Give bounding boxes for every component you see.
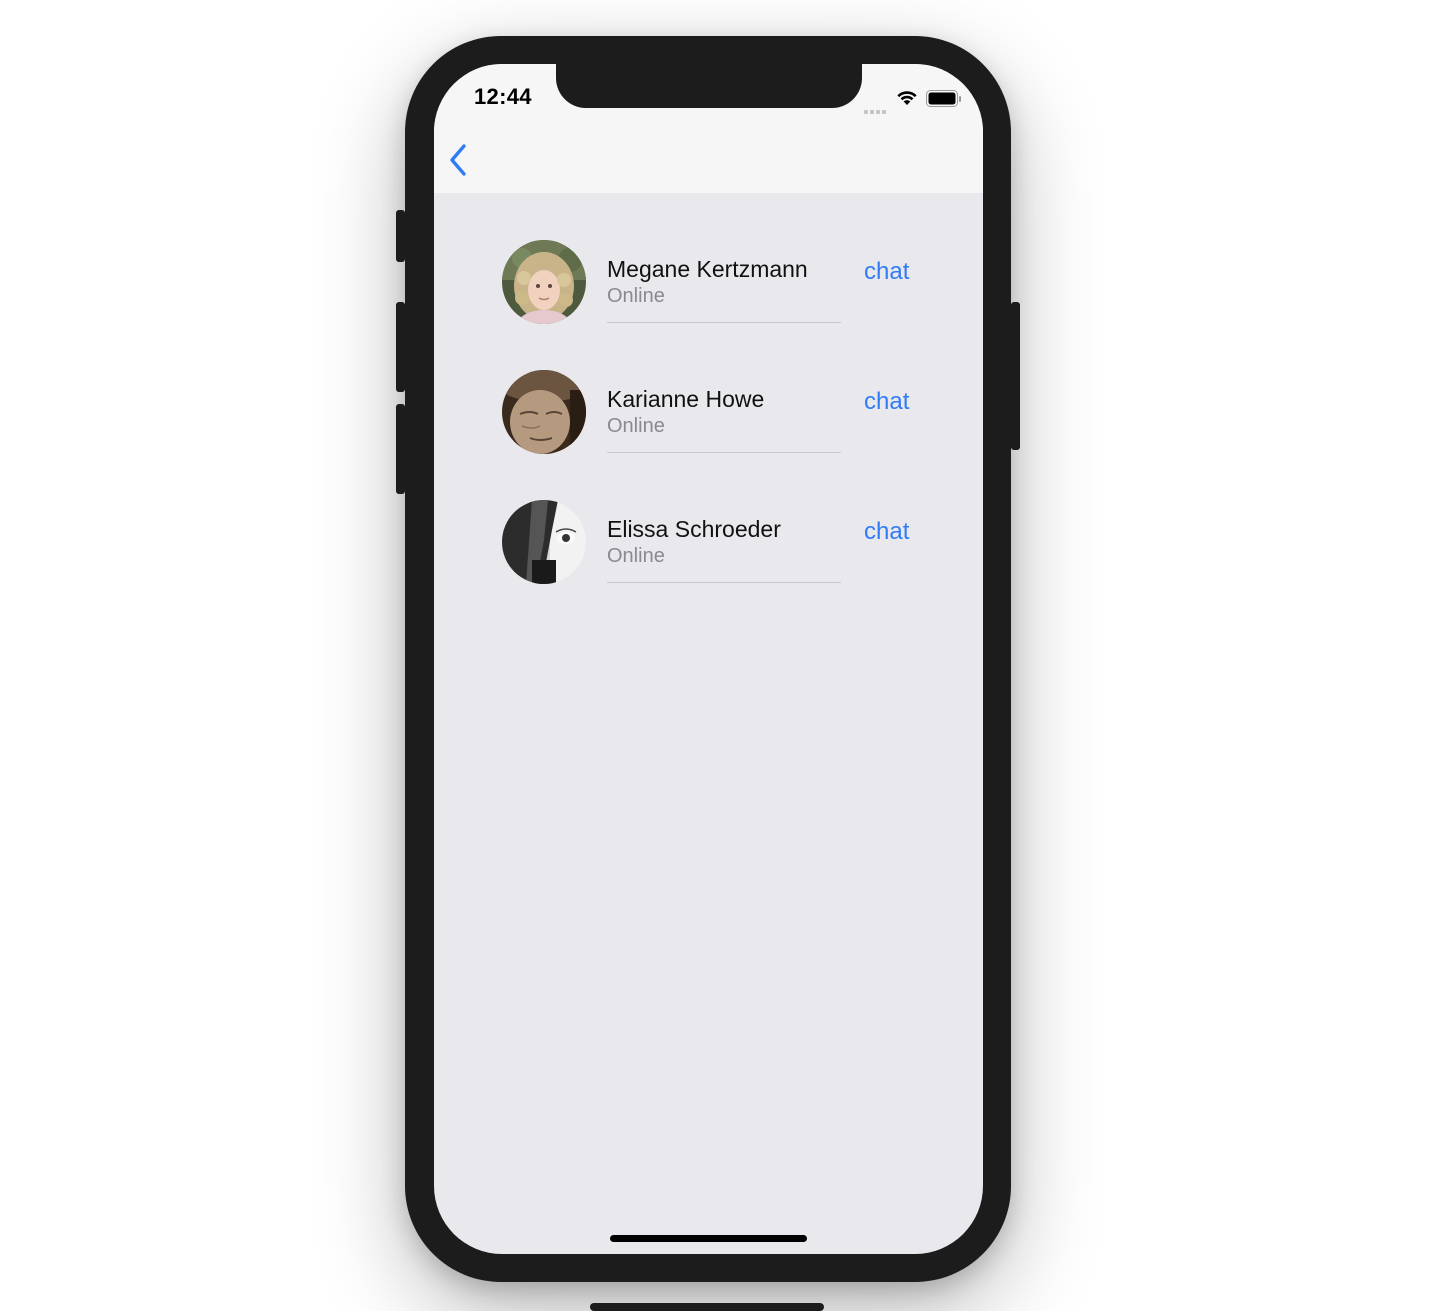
contact-list: Megane Kertzmann Online chat Karianne Ho… [502, 240, 922, 630]
contact-status: Online [607, 545, 665, 567]
contact-status: Online [607, 415, 665, 437]
contact-row: Elissa Schroeder Online chat [502, 500, 922, 630]
status-time: 12:44 [474, 84, 532, 109]
back-button[interactable] [446, 142, 470, 178]
contact-status: Online [607, 285, 665, 307]
phone-frame: 12:44 Megane Kertzmann Online chat Karia… [396, 36, 1020, 1282]
volume-up-button [396, 302, 405, 392]
avatar [502, 500, 586, 584]
avatar [502, 240, 586, 324]
contact-name: Karianne Howe [607, 386, 765, 412]
chat-button[interactable]: chat [864, 388, 909, 416]
chat-button[interactable]: chat [864, 258, 909, 286]
next-device-edge [590, 1303, 824, 1311]
notch [556, 64, 862, 108]
contact-row: Karianne Howe Online chat [502, 370, 922, 500]
home-indicator[interactable] [610, 1235, 807, 1242]
cellular-signal-icon [864, 101, 888, 119]
row-separator [607, 582, 841, 583]
row-separator [607, 322, 841, 323]
volume-down-button [396, 404, 405, 494]
power-button [1011, 302, 1020, 450]
chat-button[interactable]: chat [864, 518, 909, 546]
battery-icon [926, 90, 961, 107]
wifi-icon [897, 91, 917, 105]
contact-name: Elissa Schroeder [607, 516, 781, 542]
avatar [502, 370, 586, 454]
screen: 12:44 Megane Kertzmann Online chat Karia… [434, 64, 983, 1254]
chevron-left-icon [450, 144, 466, 176]
contact-row: Megane Kertzmann Online chat [502, 240, 922, 370]
silent-switch [396, 210, 405, 262]
contact-name: Megane Kertzmann [607, 256, 808, 282]
row-separator [607, 452, 841, 453]
